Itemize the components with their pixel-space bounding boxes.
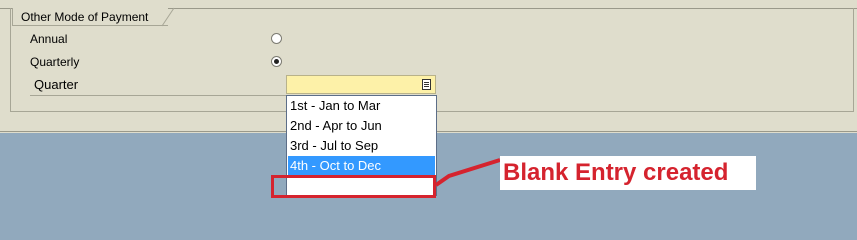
quarter-label: Quarter	[34, 77, 79, 92]
dropdown-option-q2[interactable]: 2nd - Apr to Jun	[288, 116, 435, 136]
group-title-slant	[162, 7, 175, 27]
annual-label: Annual	[30, 32, 68, 46]
blank-entry-highlight	[271, 175, 436, 198]
group-title: Other Mode of Payment	[12, 8, 168, 26]
dropdown-list-icon[interactable]	[421, 78, 432, 91]
quarter-combobox[interactable]	[286, 75, 436, 94]
quarterly-radio[interactable]	[271, 56, 282, 67]
annotation-text: Blank Entry created	[500, 156, 756, 190]
dropdown-option-q3[interactable]: 3rd - Jul to Sep	[288, 136, 435, 156]
dropdown-option-q1[interactable]: 1st - Jan to Mar	[288, 96, 435, 116]
quarter-label-underline	[30, 95, 288, 96]
annual-radio[interactable]	[271, 33, 282, 44]
dropdown-option-q4[interactable]: 4th - Oct to Dec	[288, 156, 435, 176]
quarterly-label: Quarterly	[30, 55, 80, 69]
